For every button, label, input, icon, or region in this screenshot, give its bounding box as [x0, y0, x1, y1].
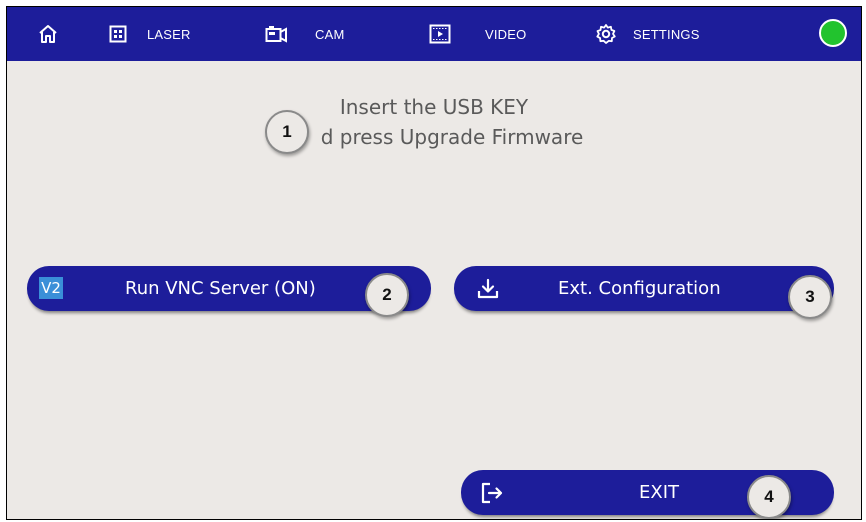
instruction-line-2: d press Upgrade Firmware [320, 125, 584, 149]
download-icon [476, 277, 500, 305]
screen-frame: LASER CAM VIDEO SETTINGS Insert the USB … [6, 6, 862, 520]
laser-tab-label: LASER [147, 26, 191, 42]
grid-icon [109, 25, 127, 43]
vnc-logo-icon: V2 [39, 277, 63, 299]
callout-1: 1 [265, 110, 309, 154]
video-tab[interactable]: VIDEO [429, 7, 526, 61]
settings-tab-label: SETTINGS [633, 26, 700, 42]
film-icon [429, 24, 451, 44]
callout-2: 2 [365, 273, 409, 317]
ext-configuration-button[interactable]: Ext. Configuration [454, 266, 834, 311]
exit-label: EXIT [639, 482, 680, 503]
cam-tab-label: CAM [315, 26, 345, 42]
home-button[interactable] [37, 7, 59, 61]
callout-3: 3 [788, 275, 832, 319]
gear-icon [595, 23, 617, 45]
callout-4: 4 [747, 475, 791, 519]
cam-tab[interactable]: CAM [265, 7, 345, 61]
top-toolbar: LASER CAM VIDEO SETTINGS [7, 7, 861, 61]
instruction-line-1: Insert the USB KEY [339, 95, 529, 119]
settings-tab[interactable]: SETTINGS [595, 7, 700, 61]
camera-icon [265, 25, 289, 43]
ext-configuration-label: Ext. Configuration [558, 278, 721, 299]
status-indicator [819, 19, 847, 47]
home-icon [37, 23, 59, 45]
logout-icon [479, 480, 505, 510]
video-tab-label: VIDEO [485, 26, 527, 42]
laser-tab[interactable]: LASER [109, 7, 191, 61]
run-vnc-server-label: Run VNC Server (ON) [125, 278, 316, 299]
